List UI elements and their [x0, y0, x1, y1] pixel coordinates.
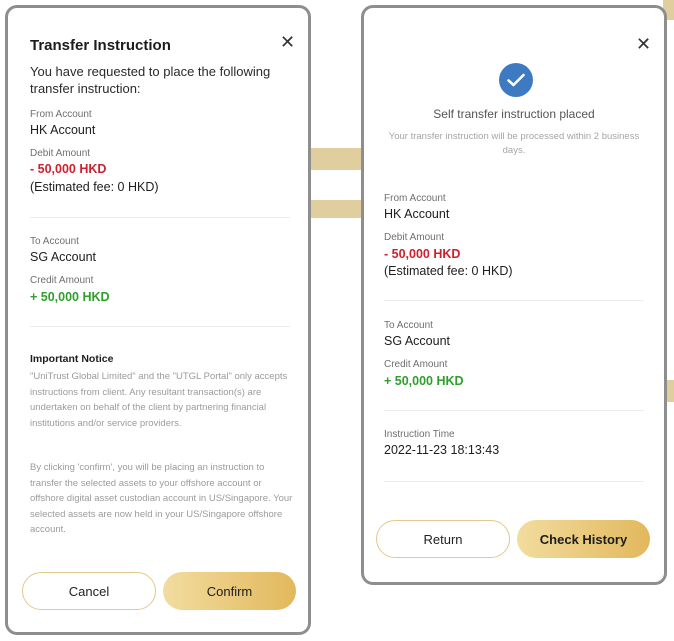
debit-amount-label: Debit Amount: [384, 232, 445, 243]
to-account-label: To Account: [30, 236, 79, 247]
credit-amount-value: + 50,000 HKD: [30, 290, 110, 304]
check-history-button[interactable]: Check History: [517, 520, 650, 558]
dialog-title: Transfer Instruction: [30, 37, 171, 54]
divider: [30, 217, 290, 218]
from-account-label: From Account: [30, 109, 92, 120]
cancel-button[interactable]: Cancel: [22, 572, 156, 610]
debit-amount-label: Debit Amount: [30, 148, 91, 159]
debit-amount-value: - 50,000 HKD: [384, 247, 461, 261]
divider: [384, 410, 644, 411]
confirm-button[interactable]: Confirm: [163, 572, 296, 610]
divider: [384, 300, 644, 301]
notice-paragraph: "UniTrust Global Limited" and the "UTGL …: [30, 371, 288, 429]
from-account-value: HK Account: [30, 123, 96, 137]
to-account-label: To Account: [384, 320, 433, 331]
debit-amount-value: - 50,000 HKD: [30, 162, 107, 176]
close-icon[interactable]: ✕: [280, 33, 295, 51]
check-circle-icon: [499, 63, 533, 97]
to-account-value: SG Account: [30, 250, 97, 264]
close-icon[interactable]: ✕: [636, 35, 651, 53]
background-strip: [306, 148, 366, 170]
transfer-placed-dialog: ✕ Self transfer instruction placed Your …: [361, 5, 667, 585]
divider: [30, 326, 290, 327]
credit-amount-label: Credit Amount: [384, 359, 448, 370]
from-account-label: From Account: [384, 193, 446, 204]
instruction-time-value: 2022-11-23 18:13:43: [384, 443, 500, 457]
from-account-value: HK Account: [384, 207, 450, 221]
status-title: Self transfer instruction placed: [433, 107, 595, 121]
divider: [384, 481, 644, 482]
return-button[interactable]: Return: [376, 520, 510, 558]
background-strip: [306, 200, 366, 218]
estimated-fee: (Estimated fee: 0 HKD): [30, 180, 159, 194]
estimated-fee: (Estimated fee: 0 HKD): [384, 264, 513, 278]
instruction-time-label: Instruction Time: [384, 429, 455, 440]
credit-amount-value: + 50,000 HKD: [384, 374, 464, 388]
status-subtitle: Your transfer instruction will be proces…: [388, 131, 640, 156]
dialog-intro: You have requested to place the followin…: [30, 64, 271, 96]
to-account-value: SG Account: [384, 334, 451, 348]
notice-paragraph: By clicking 'confirm', you will be placi…: [30, 462, 293, 535]
notice-title: Important Notice: [30, 353, 114, 365]
transfer-instruction-dialog: ✕ Transfer Instruction You have requeste…: [5, 5, 311, 635]
credit-amount-label: Credit Amount: [30, 275, 94, 286]
